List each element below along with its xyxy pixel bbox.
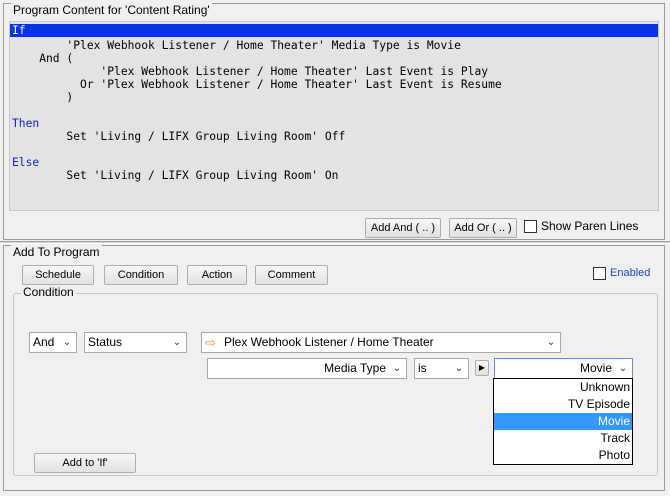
enabled-checkbox[interactable] bbox=[593, 267, 606, 280]
code-line[interactable]: Set 'Living / LIFX Group Living Room' Of… bbox=[12, 130, 345, 143]
code-line[interactable]: Or 'Plex Webhook Listener / Home Theater… bbox=[12, 78, 502, 91]
show-paren-lines-checkbox[interactable] bbox=[524, 220, 537, 233]
program-content-title: Program Content for 'Content Rating' bbox=[11, 3, 212, 17]
chevron-down-icon: ⌄ bbox=[546, 337, 556, 348]
value-dropdown-list[interactable]: Unknown TV Episode Movie Track Photo bbox=[493, 378, 633, 465]
code-line[interactable]: Set 'Living / LIFX Group Living Room' On bbox=[12, 169, 338, 182]
chevron-down-icon: ⌄ bbox=[392, 363, 402, 374]
chevron-down-icon: ⌄ bbox=[454, 363, 464, 374]
list-item[interactable]: Photo bbox=[494, 447, 632, 464]
action-button[interactable]: Action bbox=[187, 265, 247, 285]
splitter[interactable] bbox=[0, 241, 670, 244]
device-select[interactable]: ⇨ Plex Webhook Listener / Home Theater ⌄ bbox=[201, 332, 561, 353]
selected-line-highlight bbox=[10, 24, 658, 37]
condition-group-title: Condition bbox=[21, 285, 76, 299]
program-content-panel: Program Content for 'Content Rating' If … bbox=[3, 3, 665, 240]
enabled-label: Enabled bbox=[610, 267, 651, 279]
code-line-else[interactable]: Else bbox=[12, 156, 39, 169]
condition-type-select[interactable]: Status ⌄ bbox=[84, 332, 187, 353]
list-item[interactable]: Track bbox=[494, 430, 632, 447]
add-to-if-button[interactable]: Add to 'If' bbox=[34, 453, 136, 473]
code-line[interactable]: ) bbox=[12, 91, 73, 104]
property-select[interactable]: Media Type ⌄ bbox=[207, 358, 407, 379]
add-or-button[interactable]: Add Or ( .. ) bbox=[449, 218, 517, 238]
list-item[interactable]: TV Episode bbox=[494, 396, 632, 413]
add-and-button[interactable]: Add And ( .. ) bbox=[365, 218, 441, 238]
program-code-editor[interactable]: If 'Plex Webhook Listener / Home Theater… bbox=[9, 21, 659, 238]
value-select[interactable]: Movie ⌄ bbox=[494, 358, 633, 379]
play-triangle-icon[interactable]: ▶ bbox=[475, 360, 489, 376]
code-line[interactable]: 'Plex Webhook Listener / Home Theater' M… bbox=[12, 39, 460, 52]
list-item[interactable]: Unknown bbox=[494, 379, 632, 396]
right-arrow-icon: ⇨ bbox=[205, 335, 216, 350]
show-paren-lines-label: Show Paren Lines bbox=[541, 219, 639, 233]
comment-button[interactable]: Comment bbox=[255, 265, 328, 285]
chevron-down-icon: ⌄ bbox=[62, 337, 72, 348]
schedule-button[interactable]: Schedule bbox=[22, 265, 94, 285]
code-line-then[interactable]: Then bbox=[12, 117, 39, 130]
and-or-select[interactable]: And ⌄ bbox=[29, 332, 77, 353]
code-line[interactable]: 'Plex Webhook Listener / Home Theater' L… bbox=[12, 65, 488, 78]
operator-select[interactable]: is ⌄ bbox=[414, 358, 469, 379]
chevron-down-icon: ⌄ bbox=[618, 363, 628, 374]
chevron-down-icon: ⌄ bbox=[172, 337, 182, 348]
condition-button[interactable]: Condition bbox=[104, 265, 178, 285]
add-to-program-title: Add To Program bbox=[11, 245, 102, 259]
list-item-selected[interactable]: Movie bbox=[494, 413, 632, 430]
code-line-if[interactable]: If bbox=[12, 24, 26, 37]
code-line[interactable]: And ( bbox=[12, 52, 73, 65]
